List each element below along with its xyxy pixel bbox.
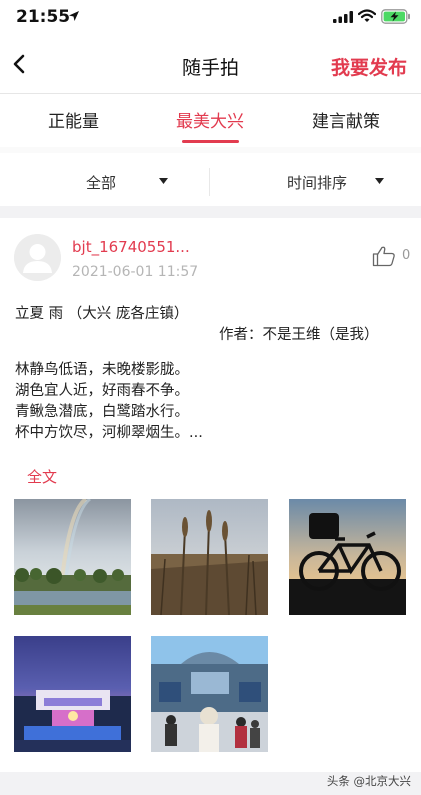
full-text-link[interactable]: 全文: [27, 466, 57, 487]
tab-separator: [0, 147, 421, 153]
filter-bar: 全部 时间排序: [0, 160, 421, 204]
tab-positive-energy[interactable]: 正能量: [48, 107, 99, 132]
photo-lit-stage-night[interactable]: [14, 636, 131, 752]
photo-building-crowd[interactable]: [151, 636, 268, 752]
poem-line: 青鳅急潜底，白鹭踏水行。: [15, 404, 189, 420]
category-caret-icon[interactable]: [159, 178, 168, 184]
like-count: 0: [402, 248, 411, 263]
poem-line: 杯中方饮尽，河柳翠烟生。...: [15, 425, 203, 441]
filter-divider: [209, 168, 210, 196]
photo-rainbow-park[interactable]: [14, 499, 131, 615]
battery-charging-icon: [381, 9, 410, 24]
wifi-icon: [358, 9, 376, 22]
publish-button[interactable]: 我要发布: [331, 53, 407, 80]
post-timestamp: 2021-06-01 11:57: [72, 264, 199, 280]
status-time: 21:55: [16, 7, 71, 27]
poem-line: 湖色宜人近，好雨春不争。: [15, 383, 189, 399]
nav-bar: 随手拍 我要发布: [0, 36, 421, 94]
photo-wheat-field[interactable]: [151, 499, 268, 615]
poem-line: 林静鸟低语，未晚楼影胧。: [15, 362, 189, 378]
tab-bar: 正能量 最美大兴 建言献策: [0, 95, 421, 147]
status-bar: 21:55: [0, 0, 421, 36]
user-placeholder-icon: [14, 234, 61, 281]
section-gap: [0, 206, 421, 218]
post-username[interactable]: bjt_16740551...: [72, 238, 190, 256]
thumbs-up-icon[interactable]: [372, 245, 396, 267]
back-chevron-icon[interactable]: [8, 52, 32, 76]
source-watermark: 头条 @北京大兴: [326, 774, 411, 788]
post-title-line: 立夏 雨 （大兴 庞各庄镇）: [15, 306, 189, 322]
tab-suggestions[interactable]: 建言献策: [312, 107, 380, 132]
post-author-line: 作者：不是王维（是我）: [219, 327, 379, 343]
sort-filter[interactable]: 时间排序: [287, 172, 347, 193]
photo-bicycle-silhouette[interactable]: [289, 499, 406, 615]
category-filter[interactable]: 全部: [86, 172, 116, 193]
active-tab-indicator: [182, 140, 239, 143]
location-arrow-icon: [69, 11, 79, 21]
tab-most-beautiful-daxing[interactable]: 最美大兴: [176, 107, 244, 132]
avatar[interactable]: [14, 234, 61, 281]
cellular-signal-icon: [333, 11, 353, 23]
sort-caret-icon[interactable]: [375, 178, 384, 184]
